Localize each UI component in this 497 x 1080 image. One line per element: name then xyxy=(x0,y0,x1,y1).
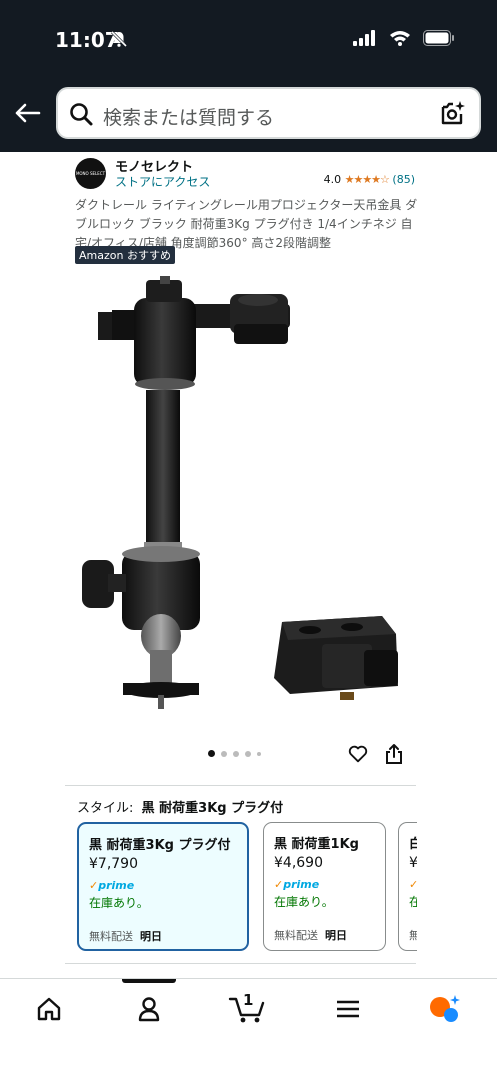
option-name: 黒 耐荷重1Kg xyxy=(274,837,359,852)
brand-row: MONO SELECT モノセレクト ストアにアクセス 4.0 ★★★★☆ (8… xyxy=(75,156,415,192)
shipping-info: 無料配送 明日 xyxy=(274,929,347,942)
heart-icon[interactable] xyxy=(347,743,369,769)
option-name: 黒 耐荷重3Kg プラグ付 xyxy=(89,838,231,853)
style-option-1kg[interactable]: 黒 耐荷重1Kg ¥4,690 ✓prime 在庫あり。 無料配送 明日 xyxy=(263,822,386,951)
cart-icon[interactable]: 1 xyxy=(228,991,266,1029)
camera-search-icon[interactable] xyxy=(439,99,467,131)
product-image[interactable] xyxy=(72,270,422,730)
carousel-dot-1[interactable] xyxy=(208,750,215,757)
carousel-dot-4[interactable] xyxy=(245,750,251,757)
status-icons xyxy=(353,30,455,50)
stock-status: 在庫あり。 xyxy=(274,895,334,909)
visit-store-link[interactable]: ストアにアクセス xyxy=(115,173,210,190)
rating-value: 4.0 xyxy=(323,173,342,186)
active-tab-indicator xyxy=(122,979,176,983)
style-selector-label: スタイル: 黒 耐荷重3Kg プラグ付 xyxy=(77,797,283,816)
cellular-signal-icon xyxy=(353,30,377,50)
divider xyxy=(65,785,416,786)
silent-bell-icon xyxy=(110,30,128,52)
scroll-mask xyxy=(417,815,497,960)
back-arrow-icon[interactable] xyxy=(12,98,42,132)
star-rating-icon: ★★★★☆ xyxy=(344,173,390,186)
cart-count: 1 xyxy=(243,991,254,1009)
search-input[interactable]: 検索または質問する xyxy=(56,87,481,139)
account-icon[interactable] xyxy=(135,995,163,1027)
option-price: ¥7,790 xyxy=(89,856,138,872)
rating-summary[interactable]: 4.0 ★★★★☆ (85) xyxy=(324,173,415,186)
brand-logo[interactable]: MONO SELECT xyxy=(75,158,106,189)
wifi-icon xyxy=(389,30,411,50)
shipping-info: 無料配送 明日 xyxy=(89,930,162,943)
carousel-dot-5[interactable] xyxy=(257,751,261,756)
prime-badge: ✓prime xyxy=(274,878,320,891)
review-count: (85) xyxy=(392,173,415,186)
style-label: スタイル: xyxy=(77,801,134,816)
product-title: ダクトレール ライティングレール用プロジェクター天吊金具 ダブルロック ブラック… xyxy=(75,198,418,250)
app-header: 11:07 検索または質問する xyxy=(0,0,497,152)
option-price: ¥4,690 xyxy=(274,855,323,871)
stock-status: 在庫あり。 xyxy=(89,896,149,910)
style-selected-value: 黒 耐荷重3Kg プラグ付 xyxy=(141,801,284,816)
search-icon xyxy=(68,101,94,131)
menu-icon[interactable] xyxy=(334,995,362,1027)
bottom-tab-bar: 1 xyxy=(0,978,497,1080)
prime-badge: ✓prime xyxy=(89,879,135,892)
divider xyxy=(65,963,416,964)
style-option-3kg[interactable]: 黒 耐荷重3Kg プラグ付 ¥7,790 ✓prime 在庫あり。 無料配送 明… xyxy=(77,822,249,951)
battery-icon xyxy=(423,30,455,50)
rufus-assistant-icon[interactable] xyxy=(427,993,463,1029)
share-icon[interactable] xyxy=(384,743,404,769)
carousel-dot-3[interactable] xyxy=(233,750,239,757)
amazon-recommend-badge: Amazon おすすめ xyxy=(75,246,175,264)
search-placeholder: 検索または質問する xyxy=(103,107,275,129)
home-icon[interactable] xyxy=(35,995,63,1027)
carousel-dot-2[interactable] xyxy=(221,750,227,757)
image-carousel-dots[interactable] xyxy=(208,750,261,757)
